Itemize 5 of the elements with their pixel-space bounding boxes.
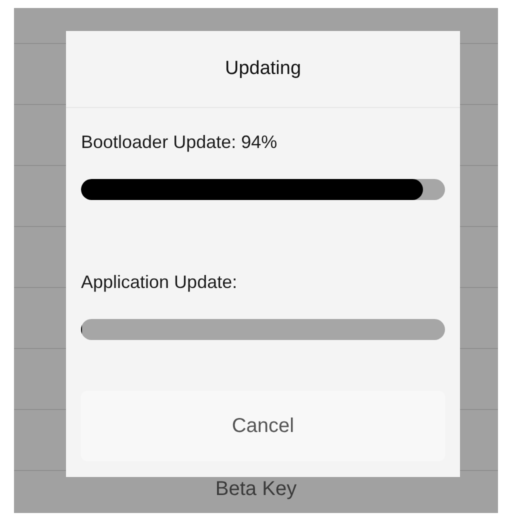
row-label: Beta Key	[215, 478, 297, 500]
cancel-button[interactable]: Cancel	[81, 391, 445, 461]
progress-label: Bootloader Update: 94%	[81, 132, 278, 153]
dialog-title: Updating	[66, 31, 460, 108]
progress-label: Application Update:	[81, 272, 238, 293]
